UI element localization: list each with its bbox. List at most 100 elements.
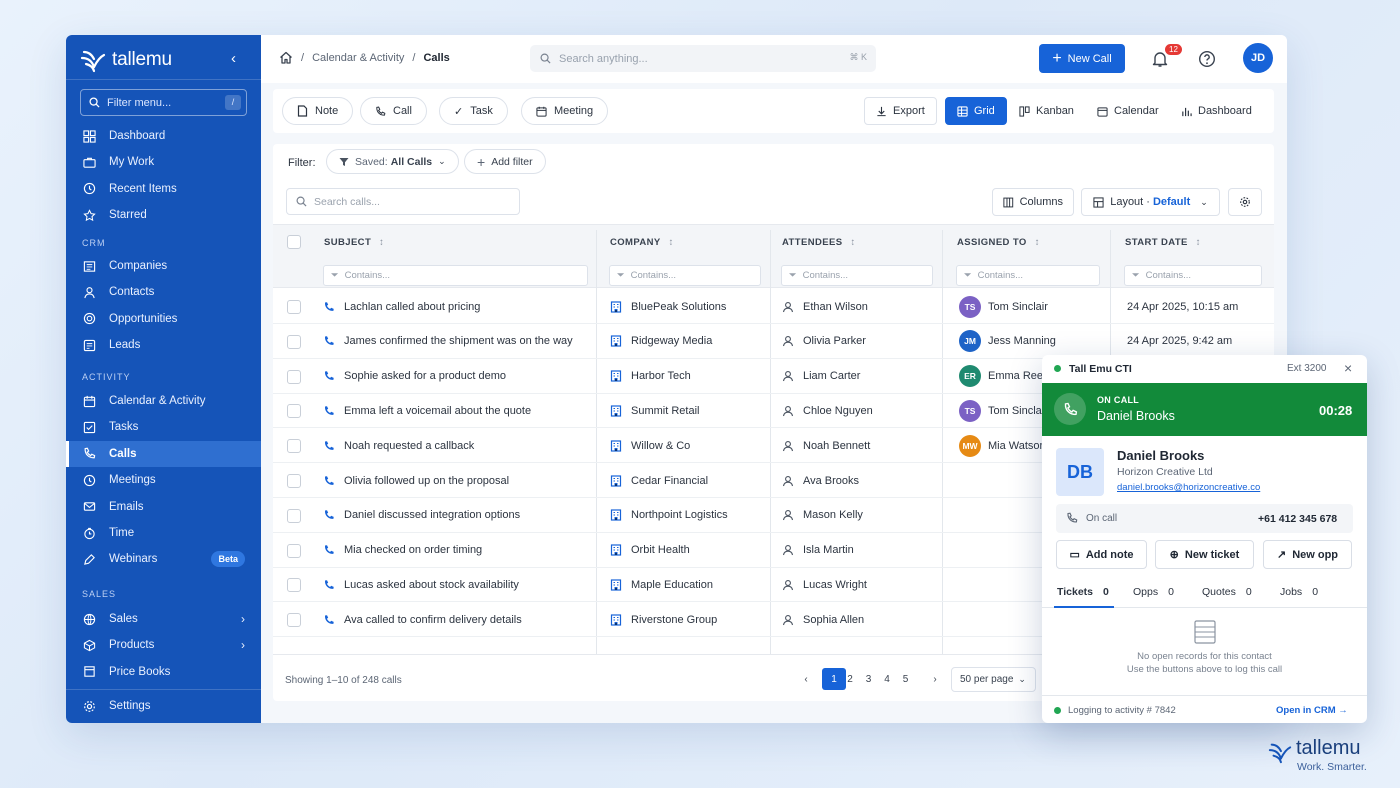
sidebar-item-leads[interactable]: Leads	[66, 332, 261, 358]
sidebar-item-dashboard[interactable]: Dashboard	[66, 123, 261, 149]
new-opp-button[interactable]: ↗ New opp	[1263, 540, 1352, 569]
task-button[interactable]: ✓ Task	[439, 97, 508, 125]
start-date-filter-input[interactable]: ⏷ Contains...	[1124, 265, 1262, 286]
company-cell[interactable]: Orbit Health	[610, 533, 690, 568]
row-checkbox[interactable]	[287, 334, 301, 349]
global-search-input[interactable]: Search anything... ⌘ K	[530, 45, 876, 72]
export-button[interactable]: Export	[864, 97, 937, 125]
sidebar-item-starred[interactable]: Starred	[66, 202, 261, 228]
subject-cell[interactable]: Daniel discussed integration options	[323, 498, 520, 533]
company-cell[interactable]: BluePeak Solutions	[610, 289, 726, 324]
subject-cell[interactable]: Mia checked on order timing	[323, 533, 482, 568]
row-checkbox[interactable]	[287, 613, 301, 628]
sidebar-item-tasks[interactable]: Tasks	[66, 414, 261, 440]
tab-quotes[interactable]: Quotes 0	[1202, 586, 1252, 598]
attendees-filter-input[interactable]: ⏷ Contains...	[781, 265, 933, 286]
subject-cell[interactable]: Emma left a voicemail about the quote	[323, 393, 531, 428]
note-button[interactable]: Note	[282, 97, 354, 125]
view-grid-button[interactable]: Grid	[945, 97, 1007, 125]
tab-opps[interactable]: Opps 0	[1133, 586, 1174, 598]
sidebar-item-emails[interactable]: Emails	[66, 494, 261, 520]
sidebar-item-opportunities[interactable]: Opportunities	[66, 306, 261, 332]
sidebar-item-webinars[interactable]: Webinars Beta	[66, 546, 261, 572]
row-checkbox[interactable]	[287, 508, 301, 523]
sidebar-item-time[interactable]: Time	[66, 520, 261, 546]
row-checkbox[interactable]	[287, 543, 301, 558]
add-note-button[interactable]: ▭ Add note	[1056, 540, 1147, 569]
company-cell[interactable]: Ridgeway Media	[610, 324, 712, 359]
sidebar-item-meetings[interactable]: Meetings	[66, 467, 261, 493]
subject-cell[interactable]: James confirmed the shipment was on the …	[323, 324, 573, 359]
select-all-checkbox[interactable]	[287, 235, 301, 249]
subject-filter-input[interactable]: ⏷ Contains...	[323, 265, 588, 286]
tab-tickets[interactable]: Tickets 0	[1057, 586, 1109, 598]
columns-button[interactable]: Columns	[992, 188, 1074, 216]
table-row[interactable]: Lachlan called about pricing BluePeak Sol…	[273, 289, 1274, 324]
per-page-select[interactable]: 50 per page ⌄	[951, 667, 1036, 692]
brand[interactable]: tallemu	[80, 45, 172, 75]
row-checkbox[interactable]	[287, 300, 301, 314]
prev-page-icon[interactable]: ‹	[795, 668, 817, 690]
sidebar-item-my-work[interactable]: My Work	[66, 149, 261, 175]
collapse-sidebar-icon[interactable]: ‹	[231, 50, 236, 67]
tab-jobs[interactable]: Jobs 0	[1280, 586, 1318, 598]
column-header-company[interactable]: COMPANY ↕	[610, 237, 674, 248]
sidebar-item-settings[interactable]: Settings	[66, 693, 261, 719]
close-icon[interactable]: ×	[1344, 360, 1352, 376]
column-header-subject[interactable]: SUBJECT ↕	[324, 237, 384, 248]
company-cell[interactable]: Harbor Tech	[610, 359, 691, 394]
sidebar-item-sales[interactable]: Sales ›	[66, 606, 261, 632]
row-checkbox[interactable]	[287, 474, 301, 488]
column-header-assigned[interactable]: ASSIGNED TO ↕	[957, 237, 1040, 248]
subject-cell[interactable]: Noah requested a callback	[323, 428, 474, 463]
breadcrumb-link[interactable]: Calendar & Activity	[312, 52, 404, 64]
open-in-crm-link[interactable]: Open in CRM →	[1276, 705, 1348, 716]
company-cell[interactable]: Cedar Financial	[610, 463, 708, 498]
filter-menu-input[interactable]: Filter menu... /	[80, 89, 247, 116]
saved-filter-dropdown[interactable]: Saved: All Calls ⌄	[326, 149, 459, 174]
subject-cell[interactable]: Lachlan called about pricing	[323, 289, 480, 324]
home-icon[interactable]	[279, 51, 293, 64]
contact-name[interactable]: Daniel Brooks	[1117, 448, 1204, 463]
sidebar-item-recent-items[interactable]: Recent Items	[66, 176, 261, 202]
company-cell[interactable]: Riverstone Group	[610, 602, 717, 637]
add-filter-button[interactable]: + Add filter	[464, 149, 546, 174]
sidebar-item-price-books[interactable]: Price Books	[66, 659, 261, 685]
view-calendar-button[interactable]: Calendar	[1085, 97, 1171, 125]
next-page-icon[interactable]: ›	[924, 668, 946, 690]
row-checkbox[interactable]	[287, 439, 301, 454]
new-call-button[interactable]: + New Call	[1039, 44, 1125, 73]
search-calls-input[interactable]: Search calls...	[286, 188, 520, 215]
sidebar-item-calendar-activity[interactable]: Calendar & Activity	[66, 388, 261, 414]
table-settings-button[interactable]	[1228, 188, 1262, 216]
row-checkbox[interactable]	[287, 578, 301, 593]
help-icon[interactable]	[1198, 50, 1216, 68]
layout-dropdown[interactable]: Layout · Default ⌄	[1081, 188, 1220, 216]
phone-number[interactable]: +61 412 345 678	[1258, 513, 1337, 525]
subject-cell[interactable]: Sophie asked for a product demo	[323, 359, 506, 394]
sidebar-item-calls[interactable]: Calls	[66, 440, 261, 467]
sidebar-item-companies[interactable]: Companies	[66, 253, 261, 279]
view-kanban-button[interactable]: Kanban	[1007, 97, 1086, 125]
sidebar-item-contacts[interactable]: Contacts	[66, 279, 261, 305]
row-checkbox[interactable]	[287, 369, 301, 384]
column-header-attendees[interactable]: ATTENDEES ↕	[782, 237, 856, 248]
subject-cell[interactable]: Ava called to confirm delivery details	[323, 602, 522, 637]
meeting-button[interactable]: Meeting	[521, 97, 609, 125]
company-cell[interactable]: Summit Retail	[610, 393, 699, 428]
row-checkbox[interactable]	[287, 404, 301, 419]
table-row[interactable]: James confirmed the shipment was on the …	[273, 324, 1274, 359]
company-cell[interactable]: Willow & Co	[610, 428, 690, 463]
user-avatar[interactable]: JD	[1243, 43, 1273, 73]
call-button[interactable]: Call	[360, 97, 427, 125]
view-dashboard-button[interactable]: Dashboard	[1169, 97, 1264, 125]
company-cell[interactable]: Maple Education	[610, 567, 713, 602]
assigned-filter-input[interactable]: ⏷ Contains...	[956, 265, 1100, 286]
subject-cell[interactable]: Olivia followed up on the proposal	[323, 463, 509, 498]
new-ticket-button[interactable]: ⊕ New ticket	[1155, 540, 1254, 569]
contact-email-link[interactable]: daniel.brooks@horizoncreative.co	[1117, 482, 1260, 493]
company-cell[interactable]: Northpoint Logistics	[610, 498, 728, 533]
column-header-start-date[interactable]: START DATE ↕	[1125, 237, 1201, 248]
sidebar-item-products[interactable]: Products ›	[66, 632, 261, 658]
subject-cell[interactable]: Lucas asked about stock availability	[323, 567, 519, 602]
